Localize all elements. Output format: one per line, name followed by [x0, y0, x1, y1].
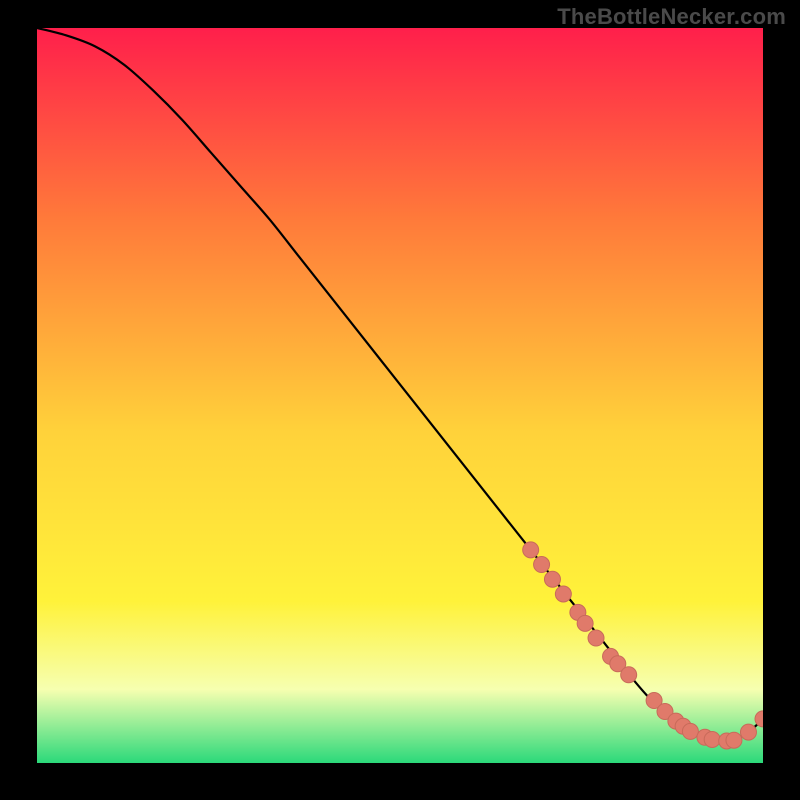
chart-svg — [37, 28, 763, 763]
data-marker — [704, 731, 720, 747]
data-marker — [682, 723, 698, 739]
data-marker — [544, 571, 560, 587]
data-marker — [621, 667, 637, 683]
data-marker — [588, 630, 604, 646]
plot-area — [37, 28, 763, 763]
watermark-label: TheBottleNecker.com — [557, 4, 786, 30]
data-marker — [740, 724, 756, 740]
chart-stage: TheBottleNecker.com — [0, 0, 800, 800]
data-marker — [534, 557, 550, 573]
data-marker — [577, 615, 593, 631]
gradient-background — [37, 28, 763, 763]
data-marker — [555, 586, 571, 602]
data-marker — [523, 542, 539, 558]
data-marker — [726, 732, 742, 748]
